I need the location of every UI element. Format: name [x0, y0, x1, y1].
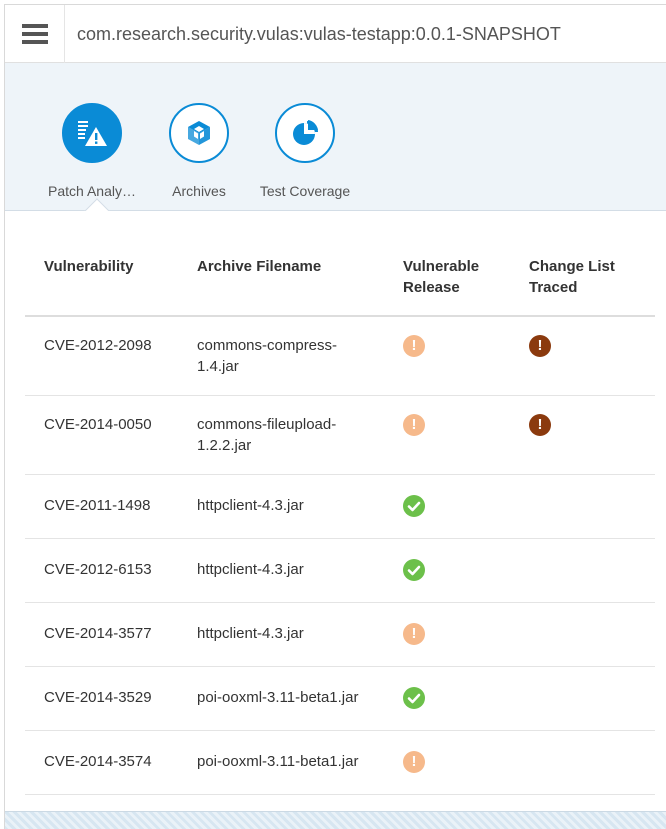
cell-change-list-traced	[510, 730, 655, 795]
hamburger-icon	[21, 24, 48, 44]
tab-archives[interactable]: Archives	[139, 103, 259, 199]
cell-vulnerable-release: !	[384, 316, 510, 396]
menu-button[interactable]	[5, 5, 65, 63]
tab-label: Test Coverage	[259, 183, 351, 199]
shell-header: com.research.security.vulas:vulas-testap…	[5, 5, 666, 63]
column-header-change-list-traced[interactable]: Change List Traced	[510, 241, 655, 317]
success-check-icon	[403, 686, 425, 709]
cell-vulnerability: CVE-2011-1498	[25, 474, 178, 539]
warning-exclamation-icon: !	[403, 335, 425, 357]
table-row[interactable]: CVE-2012-6153 httpclient-4.3.jar	[25, 538, 655, 603]
cell-change-list-traced: !	[510, 395, 655, 475]
table-row[interactable]: CVE-2014-0050 commons-fileupload-1.2.2.ja…	[25, 395, 655, 475]
cell-change-list-traced	[510, 666, 655, 731]
error-exclamation-icon: !	[529, 413, 551, 436]
cell-vulnerability: CVE-2012-2098	[25, 316, 178, 396]
icon-tab-bar: Patch Analy… Archives Test Coverage	[5, 63, 666, 224]
table-header-row: Vulnerability Archive Filename Vulnerabl…	[25, 241, 655, 317]
cell-archive-filename: httpclient-4.3.jar	[178, 474, 384, 539]
warning-exclamation-icon: !	[403, 622, 425, 645]
tab-label: Archives	[172, 183, 226, 199]
cell-archive-filename: commons-fileupload-1.2.2.jar	[178, 395, 384, 475]
cell-archive-filename: httpclient-4.3.jar	[178, 602, 384, 667]
table-row[interactable]: CVE-2012-2098 commons-compress-1.4.jar!!	[25, 316, 655, 396]
cell-vulnerability: CVE-2014-0050	[25, 395, 178, 475]
tab-test-coverage[interactable]: Test Coverage	[245, 103, 365, 199]
cell-archive-filename: poi-ooxml-3.11-beta1.jar	[178, 666, 384, 731]
vulnerability-table: Vulnerability Archive Filename Vulnerabl…	[25, 241, 655, 795]
cell-change-list-traced	[510, 474, 655, 539]
warning-exclamation-icon: !	[403, 750, 425, 773]
cell-vulnerability: CVE-2014-3529	[25, 666, 178, 731]
tab-patch-analysis[interactable]: Patch Analy…	[32, 103, 152, 199]
table-row[interactable]: CVE-2014-3577 httpclient-4.3.jar!	[25, 602, 655, 667]
column-header-vulnerable-release[interactable]: Vulnerable Release	[384, 241, 510, 317]
cell-change-list-traced	[510, 538, 655, 603]
table-row[interactable]: CVE-2014-3574 poi-ooxml-3.11-beta1.jar!	[25, 730, 655, 795]
table-row[interactable]: CVE-2011-1498 httpclient-4.3.jar	[25, 474, 655, 539]
column-header-vulnerability[interactable]: Vulnerability	[25, 241, 178, 317]
success-check-icon	[403, 494, 425, 517]
cell-change-list-traced: !	[510, 316, 655, 396]
cell-vulnerable-release	[384, 538, 510, 603]
cell-vulnerable-release	[384, 666, 510, 731]
cell-vulnerability: CVE-2012-6153	[25, 538, 178, 603]
success-check-icon	[403, 558, 425, 581]
error-exclamation-icon: !	[529, 335, 551, 357]
page-title: com.research.security.vulas:vulas-testap…	[77, 24, 561, 44]
cell-vulnerable-release: !	[384, 602, 510, 667]
cell-archive-filename: httpclient-4.3.jar	[178, 538, 384, 603]
app-window: com.research.security.vulas:vulas-testap…	[4, 4, 666, 829]
archives-icon	[188, 121, 210, 145]
cell-vulnerable-release: !	[384, 730, 510, 795]
cell-vulnerability: CVE-2014-3577	[25, 602, 178, 667]
test-coverage-icon	[293, 120, 318, 145]
cell-change-list-traced	[510, 602, 655, 667]
cell-vulnerability: CVE-2014-3574	[25, 730, 178, 795]
cell-archive-filename: poi-ooxml-3.11-beta1.jar	[178, 730, 384, 795]
tab-label: Patch Analy…	[48, 183, 136, 199]
footer-bar	[5, 811, 666, 829]
vulnerability-table-area: Vulnerability Archive Filename Vulnerabl…	[5, 211, 666, 811]
cell-archive-filename: commons-compress-1.4.jar	[178, 316, 384, 396]
patch-analysis-icon	[78, 121, 107, 146]
cell-vulnerable-release: !	[384, 395, 510, 475]
warning-exclamation-icon: !	[403, 413, 425, 436]
table-row[interactable]: CVE-2014-3529 poi-ooxml-3.11-beta1.jar	[25, 666, 655, 731]
column-header-archive-filename[interactable]: Archive Filename	[178, 241, 384, 317]
cell-vulnerable-release	[384, 474, 510, 539]
